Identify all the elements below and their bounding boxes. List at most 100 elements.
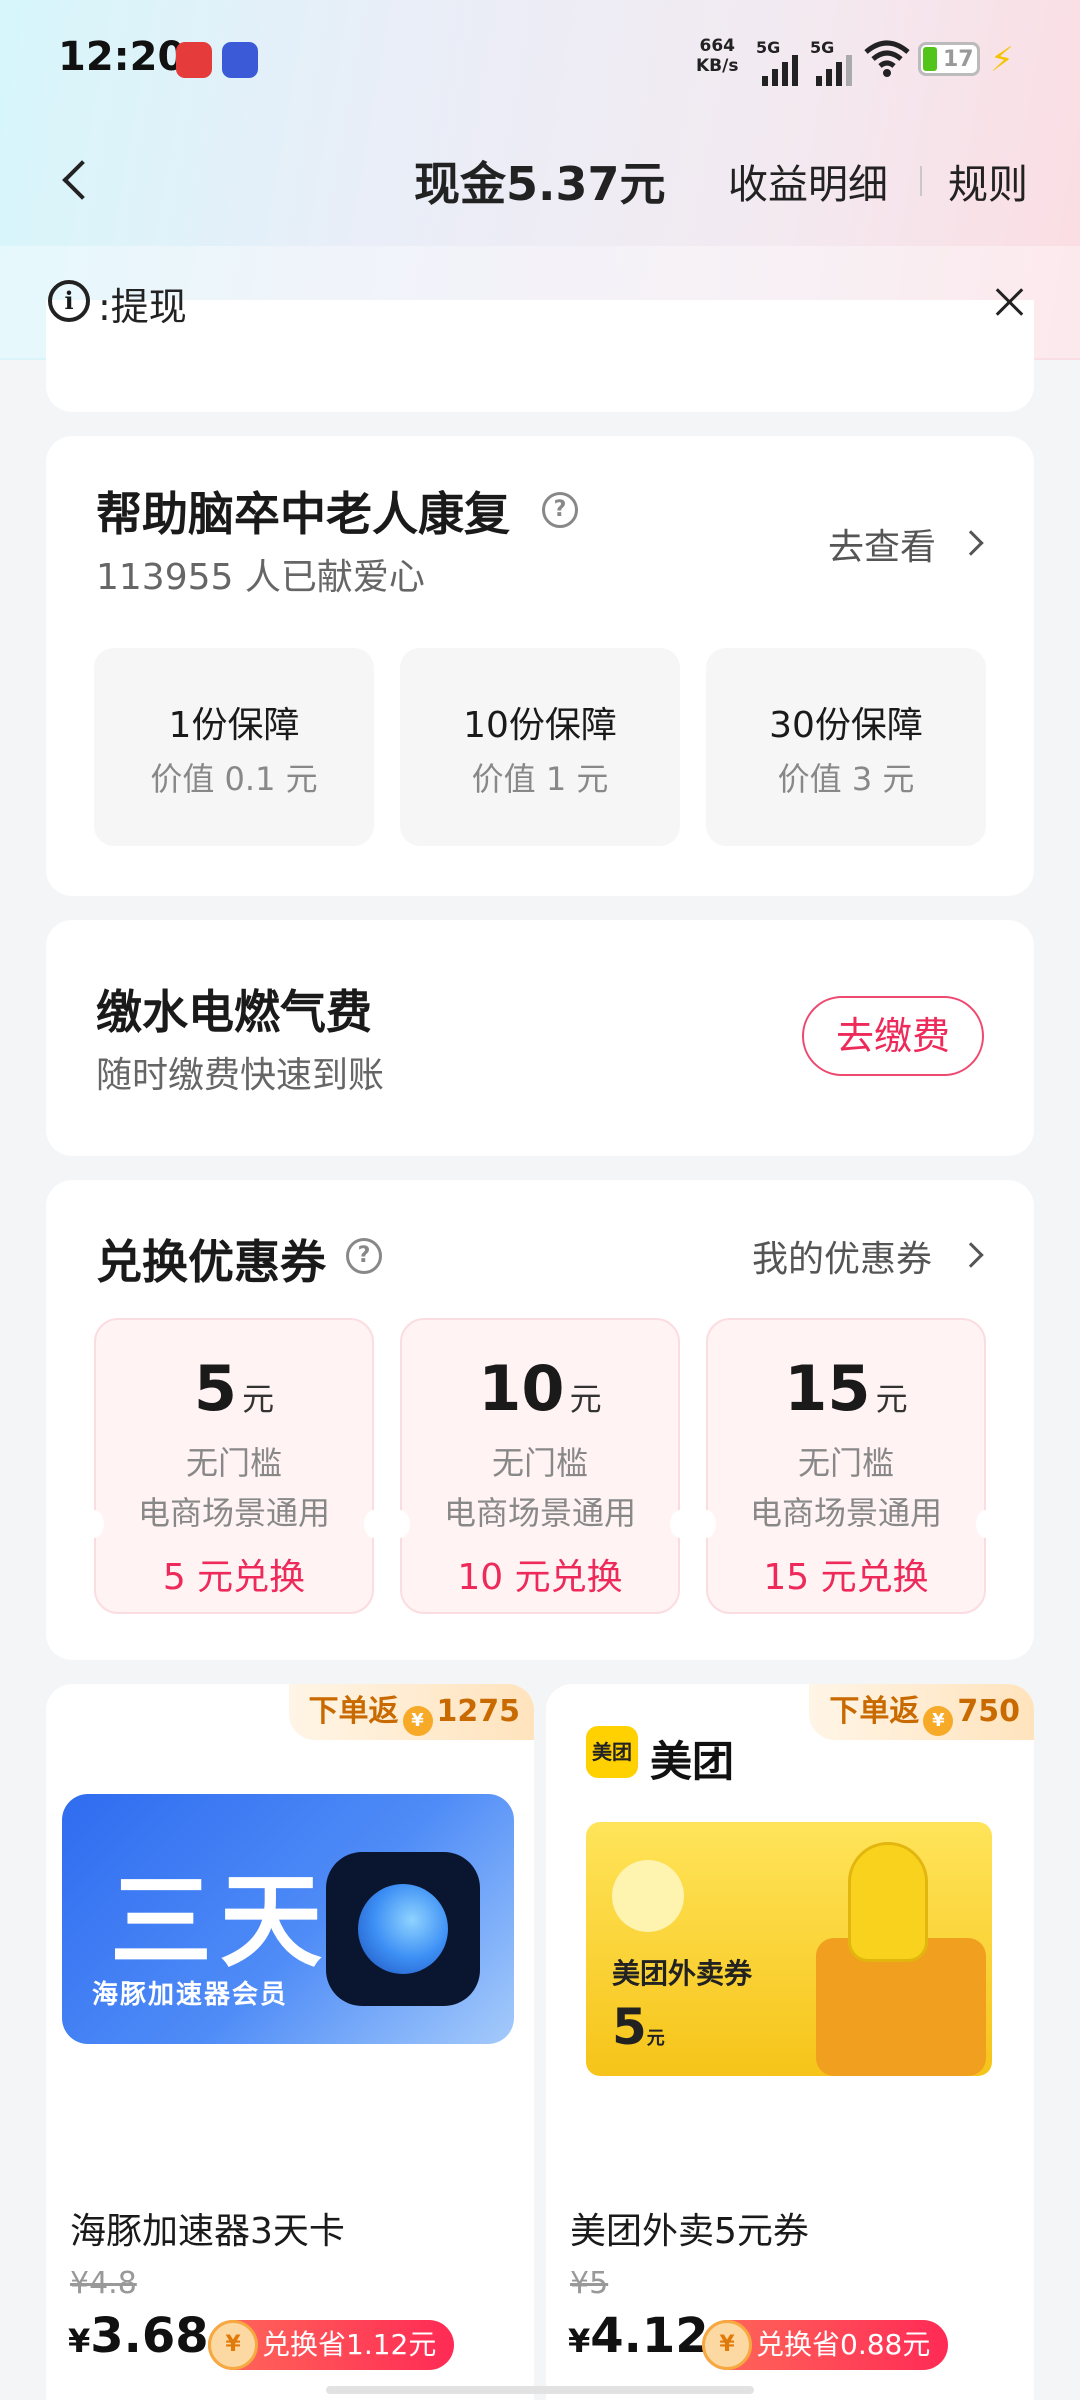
coupon-scope: 电商场景通用 bbox=[137, 1494, 330, 1532]
cashback-amount: 750 bbox=[957, 1694, 1020, 1729]
help-icon[interactable]: ? bbox=[346, 1238, 382, 1274]
donation-option-title: 1份保障 bbox=[168, 705, 300, 746]
coupon-unit: 元 bbox=[569, 1380, 602, 1418]
savings-text: 兑换省1.12元 bbox=[262, 2328, 437, 2361]
donation-option-title: 30份保障 bbox=[769, 705, 923, 746]
cashback-badge: 下单返 ¥1275 bbox=[288, 1684, 534, 1740]
price-value: 3.68 bbox=[90, 2308, 209, 2364]
status-bar: 12:20 664 KB/s 5G 5G 17 ⚡ bbox=[0, 0, 1080, 120]
utility-subtitle: 随时缴费快速到账 bbox=[96, 1055, 385, 1096]
coupon-title: 兑换优惠券 bbox=[96, 1235, 326, 1289]
coupon-unit: 元 bbox=[875, 1380, 908, 1418]
coupon-scope: 电商场景通用 bbox=[749, 1494, 942, 1532]
info-icon: i bbox=[48, 280, 90, 322]
currency-symbol: ¥ bbox=[568, 2322, 591, 2360]
kangaroo-mascot-illustration bbox=[848, 1842, 928, 1962]
product-image-value: 5元 bbox=[612, 1998, 665, 2056]
chevron-right-icon bbox=[958, 1242, 984, 1268]
price-value: 4.12 bbox=[590, 2308, 709, 2364]
savings-badge: ¥ 兑换省1.12元 bbox=[208, 2320, 455, 2370]
utility-title: 缴水电燃气费 bbox=[96, 985, 372, 1039]
coin-icon: ¥ bbox=[402, 1706, 433, 1736]
product-name: 美团外卖5元券 bbox=[570, 2211, 809, 2252]
product-name: 海豚加速器3天卡 bbox=[70, 2211, 345, 2252]
network-speed: 664 KB/s bbox=[696, 36, 738, 76]
cashback-amount: 1275 bbox=[436, 1694, 521, 1729]
coupon-item[interactable]: 5 元 无门槛 电商场景通用 5 元兑换 bbox=[84, 1318, 384, 1614]
earnings-detail-link[interactable]: 收益明细 bbox=[728, 152, 888, 210]
brand-name: 美团 bbox=[650, 1737, 735, 1786]
notification-app-icon bbox=[176, 42, 212, 78]
product-image-title: 美团外卖券 bbox=[612, 1957, 753, 1990]
charity-title: 帮助脑卒中老人康复 bbox=[96, 487, 510, 541]
voucher-unit: 元 bbox=[646, 2028, 665, 2049]
dolphin-app-icon bbox=[326, 1852, 480, 2006]
charging-icon: ⚡ bbox=[990, 40, 1014, 80]
product-card[interactable]: 下单返 ¥1275 三天 海豚加速器会员 海豚加速器3天卡 ¥4.8 ¥3.68 … bbox=[46, 1684, 534, 2400]
cashback-label: 下单返 bbox=[829, 1694, 920, 1729]
original-price: ¥5 bbox=[570, 2266, 609, 2301]
wifi-icon bbox=[864, 40, 910, 77]
coupon-condition: 无门槛 bbox=[797, 1444, 894, 1482]
chevron-right-icon bbox=[958, 530, 984, 556]
battery-icon: 17 bbox=[918, 42, 980, 76]
savings-text: 兑换省0.88元 bbox=[756, 2328, 931, 2361]
network-speed-value: 664 bbox=[699, 36, 735, 56]
product-image: 三天 海豚加速器会员 bbox=[62, 1794, 514, 2044]
view-link[interactable]: 去查看 bbox=[828, 518, 936, 570]
coupon-scope: 电商场景通用 bbox=[443, 1494, 636, 1532]
pay-bill-button[interactable]: 去缴费 bbox=[802, 996, 984, 1076]
donation-option-title: 10份保障 bbox=[463, 705, 617, 746]
notification-app-icon bbox=[222, 42, 258, 78]
donation-option[interactable]: 30份保障 价值 3 元 bbox=[706, 648, 986, 846]
coin-icon: ¥ bbox=[208, 2320, 258, 2370]
coupon-exchange-price: 15 元兑换 bbox=[763, 1557, 929, 1598]
header-divider bbox=[920, 166, 922, 196]
product-card[interactable]: 下单返 ¥750 美团 美团 美团外卖券 5元 美团外卖5元券 ¥5 ¥4.12 … bbox=[546, 1684, 1034, 2400]
notice-text: :提现 bbox=[98, 285, 187, 329]
product-image-title: 三天 bbox=[110, 1863, 330, 1982]
original-price: ¥4.8 bbox=[70, 2266, 137, 2301]
coupon-unit: 元 bbox=[242, 1380, 275, 1418]
savings-badge: ¥ 兑换省0.88元 bbox=[702, 2320, 949, 2370]
donation-option[interactable]: 1份保障 价值 0.1 元 bbox=[94, 648, 374, 846]
kangaroo-logo-icon bbox=[612, 1860, 684, 1932]
donation-option-value: 价值 1 元 bbox=[471, 760, 609, 798]
donation-option-value: 价值 3 元 bbox=[777, 760, 915, 798]
donation-option-value: 价值 0.1 元 bbox=[150, 760, 318, 798]
coupon-condition: 无门槛 bbox=[185, 1444, 282, 1482]
clock: 12:20 bbox=[58, 34, 186, 80]
rules-link[interactable]: 规则 bbox=[948, 152, 1028, 210]
coupon-amount: 10 bbox=[478, 1352, 565, 1425]
current-price: ¥4.12 bbox=[568, 2308, 709, 2364]
donation-option[interactable]: 10份保障 价值 1 元 bbox=[400, 648, 680, 846]
coupon-item[interactable]: 10 元 无门槛 电商场景通用 10 元兑换 bbox=[390, 1318, 690, 1614]
coupon-item[interactable]: 15 元 无门槛 电商场景通用 15 元兑换 bbox=[696, 1318, 996, 1614]
notice-bar: i :提现 bbox=[0, 246, 1080, 358]
help-icon[interactable]: ? bbox=[542, 492, 578, 528]
coupon-amount: 5 bbox=[193, 1352, 238, 1425]
charity-card: 帮助脑卒中老人康复 ? 113955 人已献爱心 去查看 1份保障 价值 0.1… bbox=[46, 436, 1034, 896]
my-coupons-link[interactable]: 我的优惠券 bbox=[752, 1230, 932, 1282]
coin-icon: ¥ bbox=[702, 2320, 752, 2370]
battery-level: 17 bbox=[943, 47, 974, 72]
utility-payment-card: 缴水电燃气费 随时缴费快速到账 去缴费 bbox=[46, 920, 1034, 1156]
voucher-value: 5 bbox=[612, 1998, 647, 2056]
back-button[interactable] bbox=[56, 150, 100, 210]
current-price: ¥3.68 bbox=[68, 2308, 209, 2364]
close-icon[interactable] bbox=[990, 282, 1030, 322]
donor-count: 113955 人已献爱心 bbox=[96, 557, 425, 598]
coin-icon: ¥ bbox=[923, 1706, 954, 1736]
product-image-subtitle: 海豚加速器会员 bbox=[92, 1980, 289, 2010]
coupon-exchange-price: 10 元兑换 bbox=[457, 1557, 623, 1598]
page-header: 现金5.37元 收益明细 规则 bbox=[0, 120, 1080, 240]
coupon-exchange-price: 5 元兑换 bbox=[162, 1557, 306, 1598]
cashback-label: 下单返 bbox=[308, 1694, 399, 1729]
home-indicator[interactable] bbox=[326, 2386, 754, 2394]
cashback-badge: 下单返 ¥750 bbox=[809, 1684, 1034, 1740]
product-image: 美团外卖券 5元 bbox=[586, 1822, 992, 2076]
currency-symbol: ¥ bbox=[68, 2322, 91, 2360]
coupon-exchange-card: 兑换优惠券 ? 我的优惠券 5 元 无门槛 电商场景通用 5 元兑换 10 元 … bbox=[46, 1180, 1034, 1660]
coupon-condition: 无门槛 bbox=[491, 1444, 588, 1482]
coupon-amount: 15 bbox=[784, 1352, 871, 1425]
